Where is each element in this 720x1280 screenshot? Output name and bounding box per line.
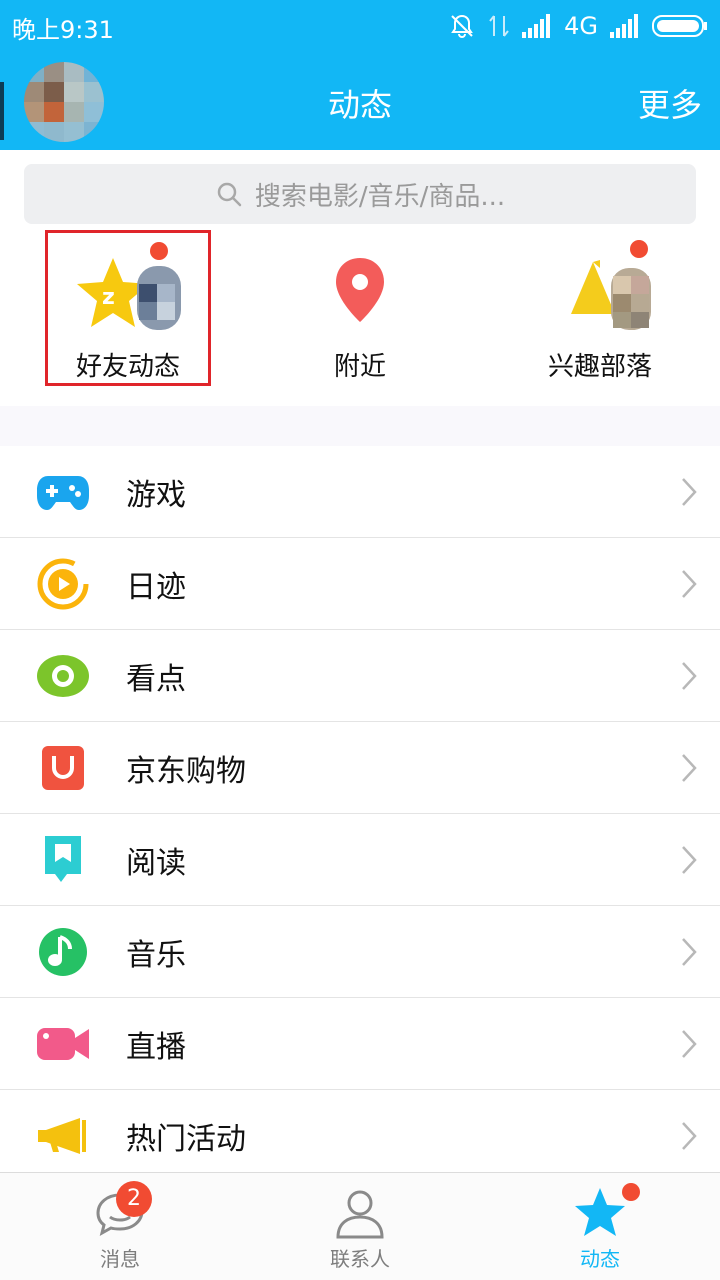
signal-icon-2	[610, 14, 638, 38]
shopping-bag-icon	[36, 741, 90, 795]
list-item-label: 热门活动	[126, 1121, 246, 1157]
list-item-hot-events[interactable]: 热门活动	[0, 1090, 720, 1182]
list-item-music[interactable]: 音乐	[0, 906, 720, 998]
section-divider	[0, 406, 720, 446]
more-button[interactable]: 更多	[638, 80, 702, 126]
list-item-jd-shopping[interactable]: 京东购物	[0, 722, 720, 814]
eye-icon	[36, 649, 90, 703]
signal-icon	[522, 14, 551, 38]
network-type: 4G	[564, 12, 598, 40]
search-input[interactable]: 搜索电影/音乐/商品...	[24, 164, 696, 224]
quick-entry-label: 附近	[333, 352, 386, 382]
battery-icon	[652, 15, 707, 37]
list-item-label: 游戏	[126, 477, 186, 513]
chevron-right-icon	[682, 662, 697, 690]
quick-entry-interest-tribe[interactable]: 兴趣部落	[500, 230, 700, 390]
list-item-live[interactable]: 直播	[0, 998, 720, 1090]
star-tab-icon	[575, 1188, 625, 1236]
list-item-game[interactable]: 游戏	[0, 446, 720, 538]
list-item-daily-trace[interactable]: 日迹	[0, 538, 720, 630]
tab-messages[interactable]: 2 消息	[0, 1173, 240, 1280]
bell-muted-icon	[451, 14, 473, 38]
music-note-icon	[36, 925, 90, 979]
list-item-label: 阅读	[126, 845, 186, 881]
list-item-label: 日迹	[126, 569, 186, 605]
chevron-right-icon	[682, 1030, 697, 1058]
list-item-label: 看点	[126, 661, 186, 697]
play-circle-icon	[36, 557, 90, 611]
list-item-label: 京东购物	[126, 753, 246, 789]
notification-dot	[150, 242, 168, 260]
chevron-right-icon	[682, 478, 697, 506]
list-item-highlights[interactable]: 看点	[0, 630, 720, 722]
quick-entries: z 好友动态 附近 兴趣部落	[0, 230, 720, 406]
search-icon	[217, 182, 242, 207]
status-bar: 晚上9:31 4G	[0, 0, 720, 52]
feature-list: 游戏 日迹 看点 京东购物 阅读 音乐 直播 热门活动	[0, 446, 720, 1182]
page-title: 动态	[327, 86, 392, 124]
status-icons: 4G	[448, 10, 708, 42]
tab-contacts[interactable]: 联系人	[240, 1173, 480, 1280]
top-bar: 晚上9:31 4G 动态 更多	[0, 0, 720, 150]
quick-entry-label: 好友动态	[75, 352, 180, 382]
tab-label: 消息	[100, 1247, 140, 1271]
list-item-label: 音乐	[126, 937, 186, 973]
chevron-right-icon	[682, 938, 697, 966]
unread-badge: 2	[116, 1181, 152, 1217]
chevron-right-icon	[682, 1122, 697, 1150]
search-area: 搜索电影/音乐/商品...	[0, 150, 720, 230]
tab-label: 联系人	[330, 1247, 390, 1271]
notification-dot	[622, 1183, 640, 1201]
search-placeholder: 搜索电影/音乐/商品...	[254, 181, 506, 212]
location-pin-icon	[336, 258, 384, 322]
svg-text:z: z	[102, 285, 115, 310]
gamepad-icon	[36, 465, 90, 519]
bottom-tab-bar: 2 消息 联系人 动态	[0, 1172, 720, 1280]
notification-dot	[630, 240, 648, 258]
tribe-icon	[571, 260, 651, 330]
tab-feed[interactable]: 动态	[480, 1173, 720, 1280]
video-camera-icon	[36, 1017, 90, 1071]
quick-entry-friend-feed[interactable]: z 好友动态	[28, 230, 228, 390]
list-item-reading[interactable]: 阅读	[0, 814, 720, 906]
list-item-label: 直播	[126, 1029, 186, 1065]
star-icon: z	[77, 258, 181, 330]
quick-entry-nearby[interactable]: 附近	[260, 230, 460, 390]
chevron-right-icon	[682, 846, 697, 874]
contacts-icon	[336, 1190, 384, 1239]
quick-entry-label: 兴趣部落	[547, 352, 652, 382]
bookmark-icon	[36, 833, 90, 887]
tab-label: 动态	[580, 1247, 620, 1271]
chevron-right-icon	[682, 570, 697, 598]
status-time: 晚上9:31	[12, 16, 114, 44]
data-transfer-icon	[489, 15, 509, 37]
megaphone-icon	[36, 1109, 90, 1163]
chevron-right-icon	[682, 754, 697, 782]
